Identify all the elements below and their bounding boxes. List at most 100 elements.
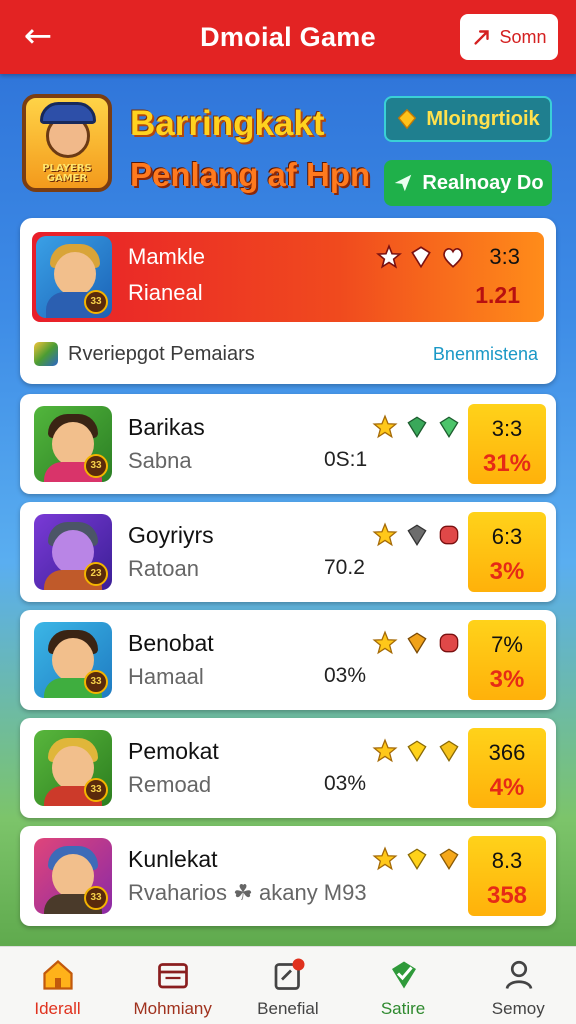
shield-icon [407,632,427,654]
shield-icon [407,740,427,762]
featured-score: 3:3 [489,244,520,269]
nav-item-badge[interactable]: Satire [346,947,461,1024]
avatar: 33 [36,236,112,318]
player-sub: Rvaharios ☘ akany M93 [128,880,367,905]
player-name: Pemokat [128,738,219,764]
user-icon [505,960,533,990]
player-name: Goyriyrs [128,522,214,548]
back-arrow-icon[interactable]: ← [18,18,58,56]
app-icon [34,342,58,366]
player-stat: 03% [324,664,367,687]
player-name: Kunlekat [128,846,218,872]
list-item[interactable]: 33 Barikas Sabna 0S:1 3:3 31% [20,394,556,494]
nav-label: Semoy [491,999,545,1018]
star-icon [372,630,398,655]
star-icon [372,522,398,547]
logo-text: PLAYERS GAMER [42,163,92,184]
player-name: Benobat [128,630,214,656]
featured-footer-text: Rveriepgot Pemaiars [68,342,255,365]
player-sub: Rianeal [128,280,203,305]
score-bottom: 3% [489,558,525,585]
badge-check-icon [391,961,416,989]
reaction-icons [372,736,468,766]
featured-footer-link[interactable]: Bnenmistena [433,344,538,365]
avatar: 33 [34,838,112,914]
header-action-button[interactable]: Somn [460,14,558,60]
diamond-icon [398,108,417,130]
score-box: 366 4% [468,728,546,808]
nav-label: Benefial [257,999,319,1018]
play-button[interactable]: Realnoay Do [384,160,552,206]
score-box: 6:3 3% [468,512,546,592]
score-top: 6:3 [491,524,523,549]
score-bottom: 358 [486,882,528,909]
mask-icon [439,633,459,653]
reaction-icons [372,628,468,658]
nav-item-calendar[interactable]: Mohmiany [115,947,230,1024]
score-top: 7% [491,632,523,657]
mask-icon [439,525,459,545]
star-icon [376,244,402,269]
notes-icon [275,958,305,990]
player-sub: Hamaal [128,664,204,689]
mode-button[interactable]: Mloingrtioik [384,96,552,142]
avatar: 33 [34,730,112,806]
score-box: 8.3 358 [468,836,546,916]
top-app-bar: ← Dmoial Game Somn [0,0,576,74]
logo-character-hat [40,102,96,124]
bottom-navigation: Iderall Mohmiany Benefial Satire Semoy [0,946,576,1024]
mode-button-label: Mloingrtioik [426,107,540,130]
score-bottom: 31% [482,450,532,477]
play-button-label: Realnoay Do [422,171,544,194]
player-stat: 0S:1 [324,448,368,471]
shield-icon [407,524,427,546]
avatar: 23 [34,514,112,590]
shield-icon [411,246,431,269]
external-link-icon [474,30,490,45]
nav-item-notes[interactable]: Benefial [230,947,345,1024]
level-badge: 33 [84,290,108,314]
hero-title: Barringkakt [130,104,325,143]
nav-item-profile[interactable]: Semoy [461,947,576,1024]
home-icon [43,959,73,990]
player-stat: 03% [324,772,367,795]
score-box: 3:3 31% [468,404,546,484]
star-icon [372,846,398,871]
shield-icon [439,416,459,438]
score-top: 366 [488,740,526,765]
send-icon [395,174,412,192]
score-bottom: 3% [489,666,525,693]
nav-item-home[interactable]: Iderall [0,947,115,1024]
list-item[interactable]: 33 Kunlekat Rvaharios ☘ akany M93 8.3 35… [20,826,556,926]
featured-footer: Rveriepgot Pemaiars Bnenmistena [34,334,546,374]
header-action-label: Somn [499,26,547,47]
level-badge: 33 [84,886,108,910]
level-badge: 33 [84,454,108,478]
featured-row[interactable]: 33 Mamkle Rianeal 3:3 1.21 [32,232,544,322]
list-item[interactable]: 33 Benobat Hamaal 03% 7% 3% [20,610,556,710]
player-stat: 70.2 [324,556,365,579]
reaction-icons [372,412,468,442]
nav-label: Satire [380,999,426,1018]
player-sub: Sabna [128,448,192,473]
list-item[interactable]: 33 Pemokat Remoad 03% 366 4% [20,718,556,818]
score-top: 8.3 [491,848,523,873]
list-item[interactable]: 23 Goyriyrs Ratoan 70.2 6:3 3% [20,502,556,602]
score-top: 3:3 [491,416,523,441]
reaction-icons [372,520,468,550]
player-name: Mamkle [128,244,206,269]
score-bottom: 4% [489,774,525,801]
level-badge: 23 [84,562,108,586]
star-icon [372,738,398,763]
featured-card[interactable]: 33 Mamkle Rianeal 3:3 1.21 Rveriepgot Pe… [20,218,556,384]
shield-icon [407,848,427,870]
shield-icon [439,848,459,870]
hero-subtitle: Penlang af Hpn [130,156,371,193]
player-name: Barikas [128,414,205,440]
star-icon [372,414,398,439]
game-logo: PLAYERS GAMER [22,94,112,192]
player-sub: Ratoan [128,556,199,581]
avatar: 33 [34,622,112,698]
shield-icon [439,740,459,762]
shield-icon [407,416,427,438]
